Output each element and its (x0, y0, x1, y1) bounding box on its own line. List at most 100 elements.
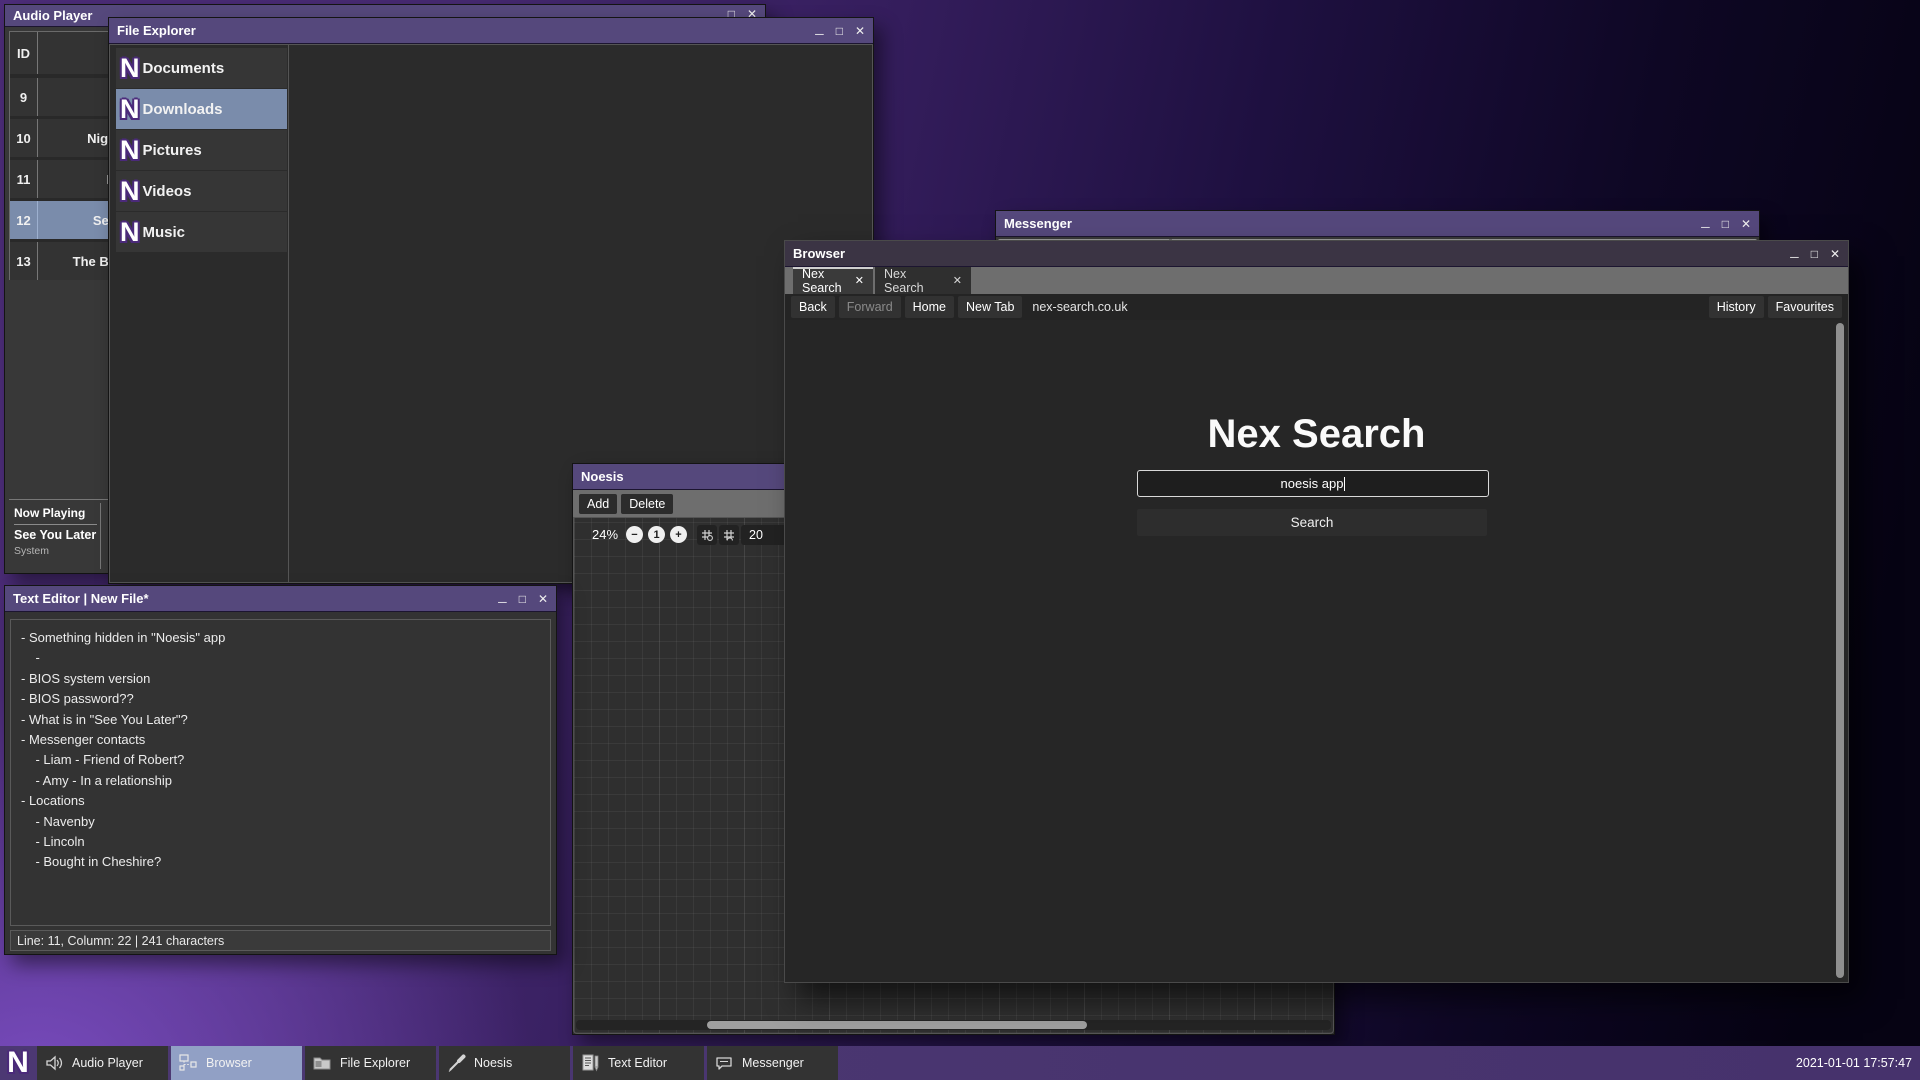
folder-icon (312, 1053, 332, 1073)
tab-label: Nex Search (802, 267, 846, 295)
text-line: - Locations (21, 791, 540, 811)
text-line: - What is in "See You Later"? (21, 710, 540, 730)
grid-settings-button[interactable] (697, 525, 717, 545)
maximize-icon[interactable]: □ (519, 593, 526, 605)
speaker-icon (44, 1053, 64, 1073)
home-button[interactable]: Home (905, 296, 954, 318)
track-title (39, 78, 116, 116)
tab-close-icon[interactable]: ✕ (953, 274, 962, 287)
pane-divider[interactable] (288, 45, 289, 582)
maximize-icon[interactable]: □ (836, 25, 843, 37)
scrollbar-handle[interactable] (707, 1021, 1087, 1029)
taskbar-item-label: Messenger (742, 1056, 804, 1070)
folder-item-downloads[interactable]: N Downloads (116, 89, 287, 129)
tab-nex-search-inactive[interactable]: Nex Search ✕ (875, 267, 971, 294)
document-pencil-icon (580, 1053, 600, 1073)
browser-tab-strip: Nex Search ✕ Nex Search ✕ (785, 267, 1848, 294)
folder-label: Downloads (143, 101, 223, 118)
minimize-icon[interactable]: ─ (815, 28, 824, 40)
file-explorer-window-controls: ─ □ ✕ (815, 18, 865, 43)
now-playing-track: See You Later (11, 528, 100, 542)
messenger-window-controls: ─ □ ✕ (1701, 211, 1751, 236)
text-line: - (21, 648, 540, 668)
now-playing-heading: Now Playing (11, 503, 100, 520)
url-bar[interactable]: nex-search.co.uk (1026, 300, 1704, 314)
vertical-scrollbar[interactable] (1836, 323, 1844, 978)
zoom-level: 24% (592, 527, 618, 542)
grid-gear-icon (700, 528, 714, 542)
track-title: R (39, 160, 116, 198)
status-bar: Line: 11, Column: 22 | 241 characters (10, 930, 551, 951)
history-button[interactable]: History (1709, 296, 1764, 318)
text-line: - BIOS system version (21, 669, 540, 689)
track-id: 9 (10, 78, 38, 116)
file-explorer-titlebar: File Explorer ─ □ ✕ (109, 18, 873, 44)
back-button[interactable]: Back (791, 296, 835, 318)
taskbar-item-label: Noesis (474, 1056, 512, 1070)
favourites-button[interactable]: Favourites (1768, 296, 1842, 318)
taskbar-item-text-editor[interactable]: Text Editor (573, 1046, 704, 1080)
add-button[interactable]: Add (579, 494, 617, 514)
taskbar-item-audio-player[interactable]: Audio Player (37, 1046, 168, 1080)
column-header-id: ID (10, 32, 38, 74)
zoom-reset-button[interactable]: 1 (648, 526, 665, 543)
minus-icon: − (631, 529, 637, 541)
network-icon (178, 1053, 198, 1073)
close-icon[interactable]: ✕ (1741, 218, 1751, 230)
track-title: Nigh (39, 119, 116, 157)
folder-label: Videos (143, 183, 192, 200)
browser-viewport: Nex Search noesis app Search (786, 320, 1847, 981)
start-button[interactable]: N (0, 1046, 36, 1080)
taskbar-item-browser[interactable]: Browser (171, 1046, 302, 1080)
folder-item-pictures[interactable]: N Pictures (116, 130, 287, 170)
folder-item-documents[interactable]: N Documents (116, 48, 287, 88)
window-text-editor: Text Editor | New File* ─ □ ✕ - Somethin… (4, 585, 557, 955)
taskbar-item-label: Browser (206, 1056, 252, 1070)
close-icon[interactable]: ✕ (855, 25, 865, 37)
delete-button[interactable]: Delete (621, 494, 673, 514)
tab-label: Nex Search (884, 267, 944, 295)
grid-snap-button[interactable] (719, 525, 739, 545)
minimize-icon[interactable]: ─ (498, 596, 507, 608)
minimize-icon[interactable]: ─ (1790, 251, 1799, 263)
taskbar-item-label: File Explorer (340, 1056, 410, 1070)
text-line: - Navenby (21, 812, 540, 832)
search-button[interactable]: Search (1137, 509, 1487, 536)
taskbar-item-file-explorer[interactable]: File Explorer (305, 1046, 436, 1080)
text-line: - Amy - In a relationship (21, 771, 540, 791)
page-heading: Nex Search (786, 412, 1847, 457)
text-line: - Messenger contacts (21, 730, 540, 750)
folder-label: Documents (143, 60, 225, 77)
audio-player-title: Audio Player (13, 8, 92, 23)
screwdriver-icon (446, 1053, 466, 1073)
tab-close-icon[interactable]: ✕ (855, 274, 864, 287)
close-icon[interactable]: ✕ (538, 593, 548, 605)
text-editor-textarea[interactable]: - Something hidden in "Noesis" app - - B… (10, 619, 551, 926)
folder-item-music[interactable]: N Music (116, 212, 287, 252)
chat-bubble-icon (714, 1053, 734, 1073)
divider (14, 524, 97, 525)
now-playing-artist: System (11, 542, 100, 557)
folder-item-videos[interactable]: N Videos (116, 171, 287, 211)
taskbar-item-messenger[interactable]: Messenger (707, 1046, 838, 1080)
text-line: - BIOS password?? (21, 689, 540, 709)
taskbar-item-noesis[interactable]: Noesis (439, 1046, 570, 1080)
new-tab-button[interactable]: New Tab (958, 296, 1022, 318)
close-icon[interactable]: ✕ (1830, 248, 1840, 260)
noesis-title: Noesis (581, 469, 624, 484)
window-browser: Browser ─ □ ✕ Nex Search ✕ Nex Search ✕ … (784, 240, 1849, 983)
zoom-in-button[interactable]: + (670, 526, 687, 543)
maximize-icon[interactable]: □ (1722, 218, 1729, 230)
search-input[interactable]: noesis app (1137, 470, 1489, 497)
tab-nex-search-active[interactable]: Nex Search ✕ (793, 267, 873, 294)
minimize-icon[interactable]: ─ (1701, 221, 1710, 233)
track-id: 13 (10, 242, 38, 280)
zoom-out-button[interactable]: − (626, 526, 643, 543)
track-title: See (39, 201, 116, 239)
forward-button[interactable]: Forward (839, 296, 901, 318)
taskbar-item-label: Text Editor (608, 1056, 667, 1070)
text-cursor (1344, 477, 1345, 491)
horizontal-scrollbar[interactable] (576, 1020, 1331, 1030)
maximize-icon[interactable]: □ (1811, 248, 1818, 260)
folder-label: Music (143, 224, 186, 241)
